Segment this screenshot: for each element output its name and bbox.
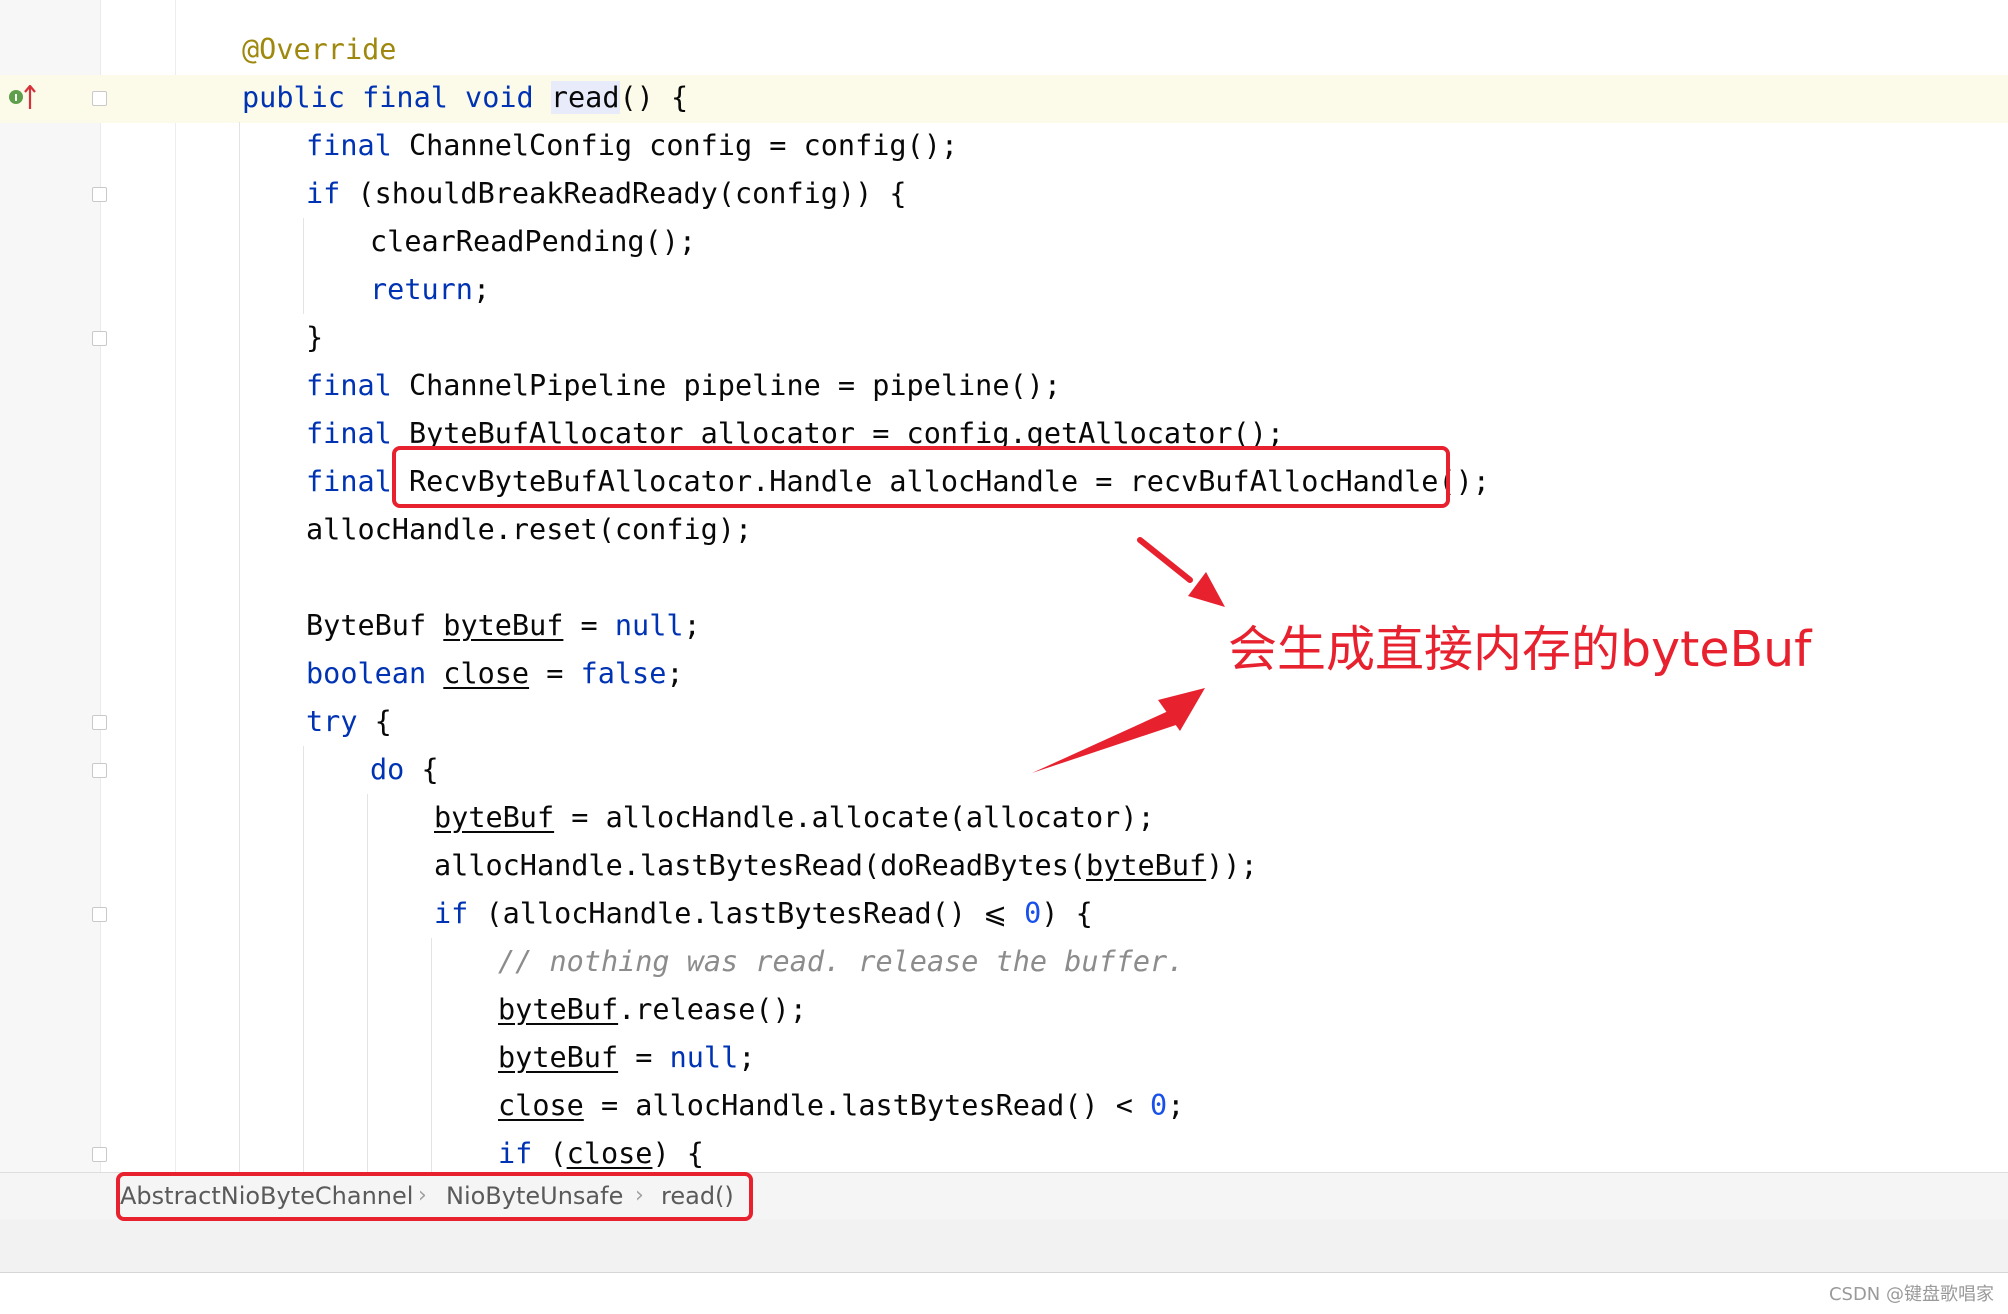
annotation-callout: 会生成直接内存的byteBuf <box>1228 621 1812 678</box>
watermark: CSDN @键盘歌唱家 <box>1828 1284 1994 1305</box>
arrow-line-upper <box>1137 537 1193 583</box>
arrow-head-upper <box>1188 572 1225 607</box>
arrow-shaft-lower <box>1032 708 1185 773</box>
